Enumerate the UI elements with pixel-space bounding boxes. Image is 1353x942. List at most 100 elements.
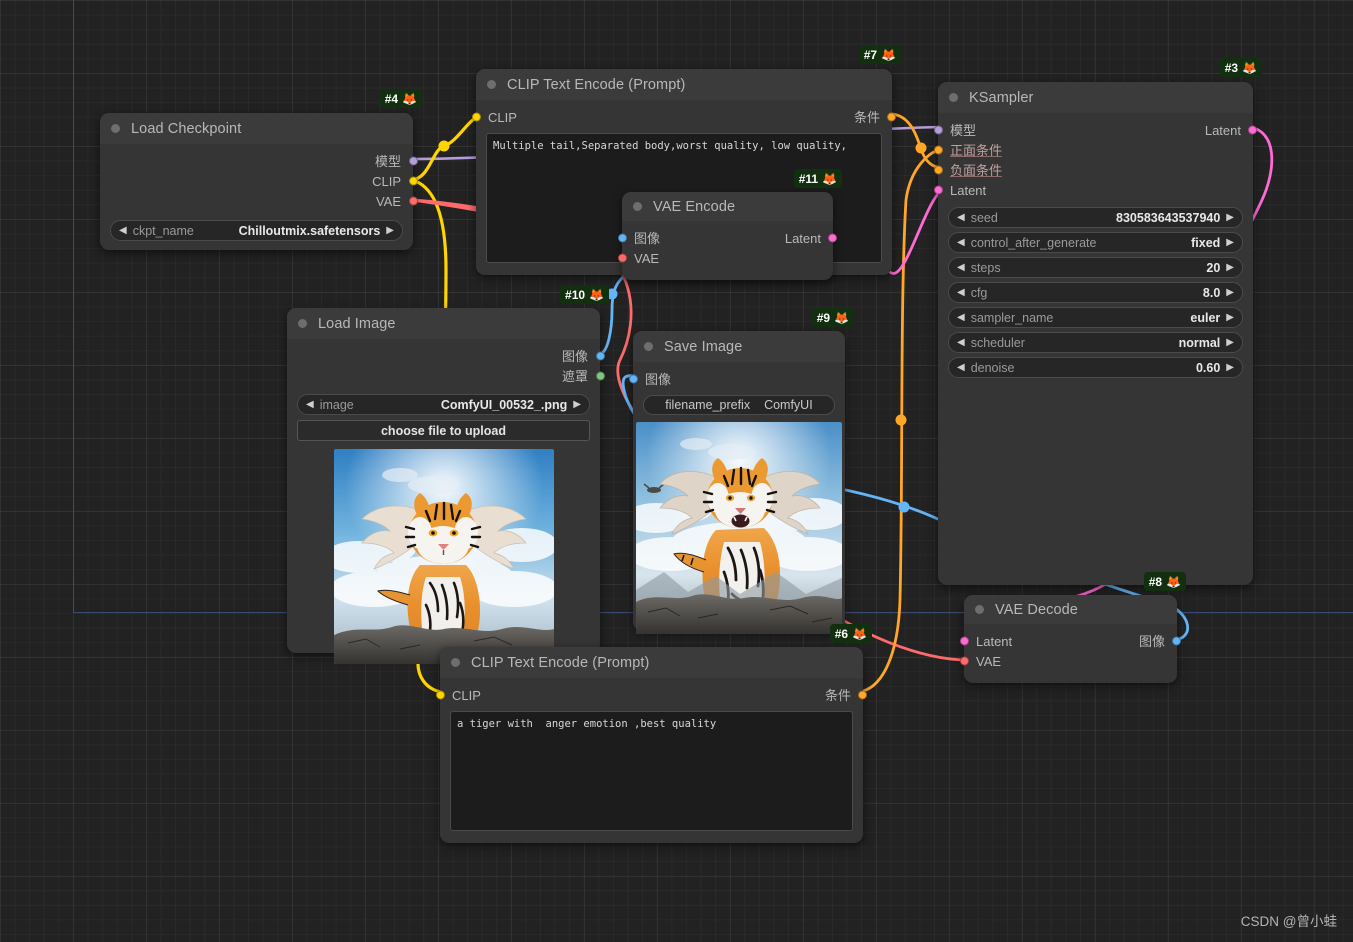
node-save-image[interactable]: #9 🦊 Save Image 图像 filename_prefix Comfy… — [629, 308, 854, 634]
arrow-left-icon[interactable]: ◀ — [306, 399, 314, 410]
output-slot-image[interactable]: 图像 — [287, 346, 605, 366]
port-positive-input[interactable] — [934, 145, 943, 155]
node-title-bar[interactable]: VAE Decode — [964, 595, 1177, 624]
widget-seed[interactable]: ◀ seed 830583643537940 ▶ — [948, 207, 1243, 228]
arrow-right-icon[interactable]: ▶ — [573, 399, 581, 410]
arrow-right-icon[interactable]: ▶ — [1226, 337, 1234, 348]
node-title-label: KSampler — [969, 89, 1034, 106]
output-label: 遮罩 — [561, 368, 588, 384]
widget-ckpt-name[interactable]: ◀ ckpt_name Chilloutmix.safetensors ▶ — [110, 220, 403, 241]
port-clip-input[interactable] — [472, 112, 481, 122]
graph-canvas[interactable]: #4 🦊 Load Checkpoint 模型 CLIP VAE ◀ ckpt_… — [0, 0, 1353, 942]
node-title-bar[interactable]: VAE Encode — [622, 192, 833, 221]
arrow-right-icon[interactable]: ▶ — [1226, 287, 1234, 298]
port-latent-input[interactable] — [960, 636, 969, 646]
arrow-left-icon[interactable]: ◀ — [957, 287, 965, 298]
collapse-dot-icon[interactable] — [111, 124, 120, 133]
port-model-input[interactable] — [934, 125, 943, 135]
collapse-dot-icon[interactable] — [487, 80, 496, 89]
arrow-right-icon[interactable]: ▶ — [386, 225, 394, 236]
widget-filename-prefix[interactable]: filename_prefix ComfyUI — [643, 395, 835, 415]
prompt-textarea-positive[interactable]: a tiger with anger emotion ,best quality — [450, 711, 853, 831]
arrow-left-icon[interactable]: ◀ — [957, 337, 965, 348]
port-image-input[interactable] — [618, 233, 627, 243]
widget-steps[interactable]: ◀ steps 20 ▶ — [948, 257, 1243, 278]
node-clip-text-encode-positive[interactable]: #6 🦊 CLIP Text Encode (Prompt) CLIP 条件 a… — [436, 624, 872, 843]
port-vae-input[interactable] — [618, 253, 627, 263]
node-title-bar[interactable]: Load Image — [287, 308, 600, 339]
node-title-bar[interactable]: CLIP Text Encode (Prompt) — [476, 69, 892, 100]
output-label: 图像 — [1138, 633, 1165, 649]
node-vae-encode[interactable]: #11 🦊 VAE Encode 图像 Latent VAE — [618, 169, 842, 280]
collapse-dot-icon[interactable] — [451, 658, 460, 667]
arrow-left-icon[interactable]: ◀ — [957, 362, 965, 373]
widget-name: scheduler — [970, 335, 1025, 350]
port-mask[interactable] — [595, 371, 605, 381]
port-negative-input[interactable] — [934, 165, 943, 175]
output-slot-model[interactable]: 模型 — [100, 151, 418, 171]
collapse-dot-icon[interactable] — [644, 342, 653, 351]
widget-sampler-name[interactable]: ◀ sampler_name euler ▶ — [948, 307, 1243, 328]
port-vae[interactable] — [408, 196, 418, 206]
input-label: Latent — [976, 633, 1013, 649]
widget-cfg[interactable]: ◀ cfg 8.0 ▶ — [948, 282, 1243, 303]
node-load-checkpoint[interactable]: #4 🦊 Load Checkpoint 模型 CLIP VAE ◀ ckpt_… — [100, 89, 422, 250]
node-load-image[interactable]: #10 🦊 Load Image 图像 遮罩 ◀ image ComfyUI_0… — [287, 285, 609, 664]
arrow-right-icon[interactable]: ▶ — [1226, 312, 1234, 323]
port-clip[interactable] — [408, 176, 418, 186]
widget-scheduler[interactable]: ◀ scheduler normal ▶ — [948, 332, 1243, 353]
widget-image[interactable]: ◀ image ComfyUI_00532_.png ▶ — [297, 394, 590, 415]
arrow-right-icon[interactable]: ▶ — [1226, 262, 1234, 273]
widget-name: denoise — [970, 360, 1015, 375]
port-clip-input[interactable] — [436, 690, 445, 700]
node-title-bar[interactable]: Load Checkpoint — [100, 113, 413, 144]
node-title-label: CLIP Text Encode (Prompt) — [507, 76, 686, 93]
input-label: CLIP — [488, 109, 517, 125]
choose-file-upload-button[interactable]: choose file to upload — [297, 420, 590, 441]
slot-row-positive: 正面条件 — [934, 140, 1253, 160]
collapse-dot-icon[interactable] — [975, 605, 984, 614]
node-title-bar[interactable]: CLIP Text Encode (Prompt) — [440, 647, 863, 678]
arrow-right-icon[interactable]: ▶ — [1226, 237, 1234, 248]
port-model[interactable] — [408, 156, 418, 166]
node-badge-label: #10 — [565, 287, 586, 302]
collapse-dot-icon[interactable] — [298, 319, 307, 328]
output-slot-mask[interactable]: 遮罩 — [287, 366, 605, 386]
input-label: 图像 — [645, 371, 672, 387]
node-title-bar[interactable]: Save Image — [633, 331, 845, 362]
collapse-dot-icon[interactable] — [633, 202, 642, 211]
widget-denoise[interactable]: ◀ denoise 0.60 ▶ — [948, 357, 1243, 378]
port-conditioning-output[interactable] — [858, 690, 867, 700]
arrow-left-icon[interactable]: ◀ — [957, 212, 965, 223]
arrow-right-icon[interactable]: ▶ — [1226, 212, 1234, 223]
slot-row-vae: VAE — [960, 651, 1177, 671]
node-title-bar[interactable]: KSampler — [938, 82, 1253, 113]
arrow-left-icon[interactable]: ◀ — [119, 225, 127, 236]
collapse-dot-icon[interactable] — [949, 93, 958, 102]
arrow-right-icon[interactable]: ▶ — [1226, 362, 1234, 373]
slot-row-clip: CLIP 条件 — [472, 107, 896, 127]
node-ksampler[interactable]: #3 🦊 KSampler 模型 Latent 正面条件 负面条件 Latent… — [934, 58, 1262, 585]
widget-name: filename_prefix — [665, 398, 751, 412]
port-vae-input[interactable] — [960, 656, 969, 666]
output-slot-clip[interactable]: CLIP — [100, 171, 418, 191]
arrow-left-icon[interactable]: ◀ — [957, 237, 965, 248]
slot-row-negative: 负面条件 — [934, 160, 1253, 180]
port-latent-input[interactable] — [934, 185, 943, 195]
port-latent-output[interactable] — [828, 233, 837, 243]
fox-icon: 🦊 — [822, 171, 837, 186]
port-image-output[interactable] — [1172, 636, 1181, 646]
widget-control-after-generate[interactable]: ◀ control_after_generate fixed ▶ — [948, 232, 1243, 253]
widget-value: 8.0 — [1202, 285, 1221, 300]
image-preview-load — [333, 449, 554, 664]
guide-line-vertical — [73, 0, 74, 613]
node-vae-decode[interactable]: #8 🦊 VAE Decode Latent 图像 VAE — [960, 572, 1186, 683]
arrow-left-icon[interactable]: ◀ — [957, 262, 965, 273]
output-slot-vae[interactable]: VAE — [100, 191, 418, 211]
port-latent-output[interactable] — [1248, 125, 1257, 135]
port-image[interactable] — [595, 351, 605, 361]
arrow-left-icon[interactable]: ◀ — [957, 312, 965, 323]
port-conditioning-output[interactable] — [887, 112, 896, 122]
port-image-input[interactable] — [629, 374, 638, 384]
image-preview-save — [636, 422, 842, 634]
